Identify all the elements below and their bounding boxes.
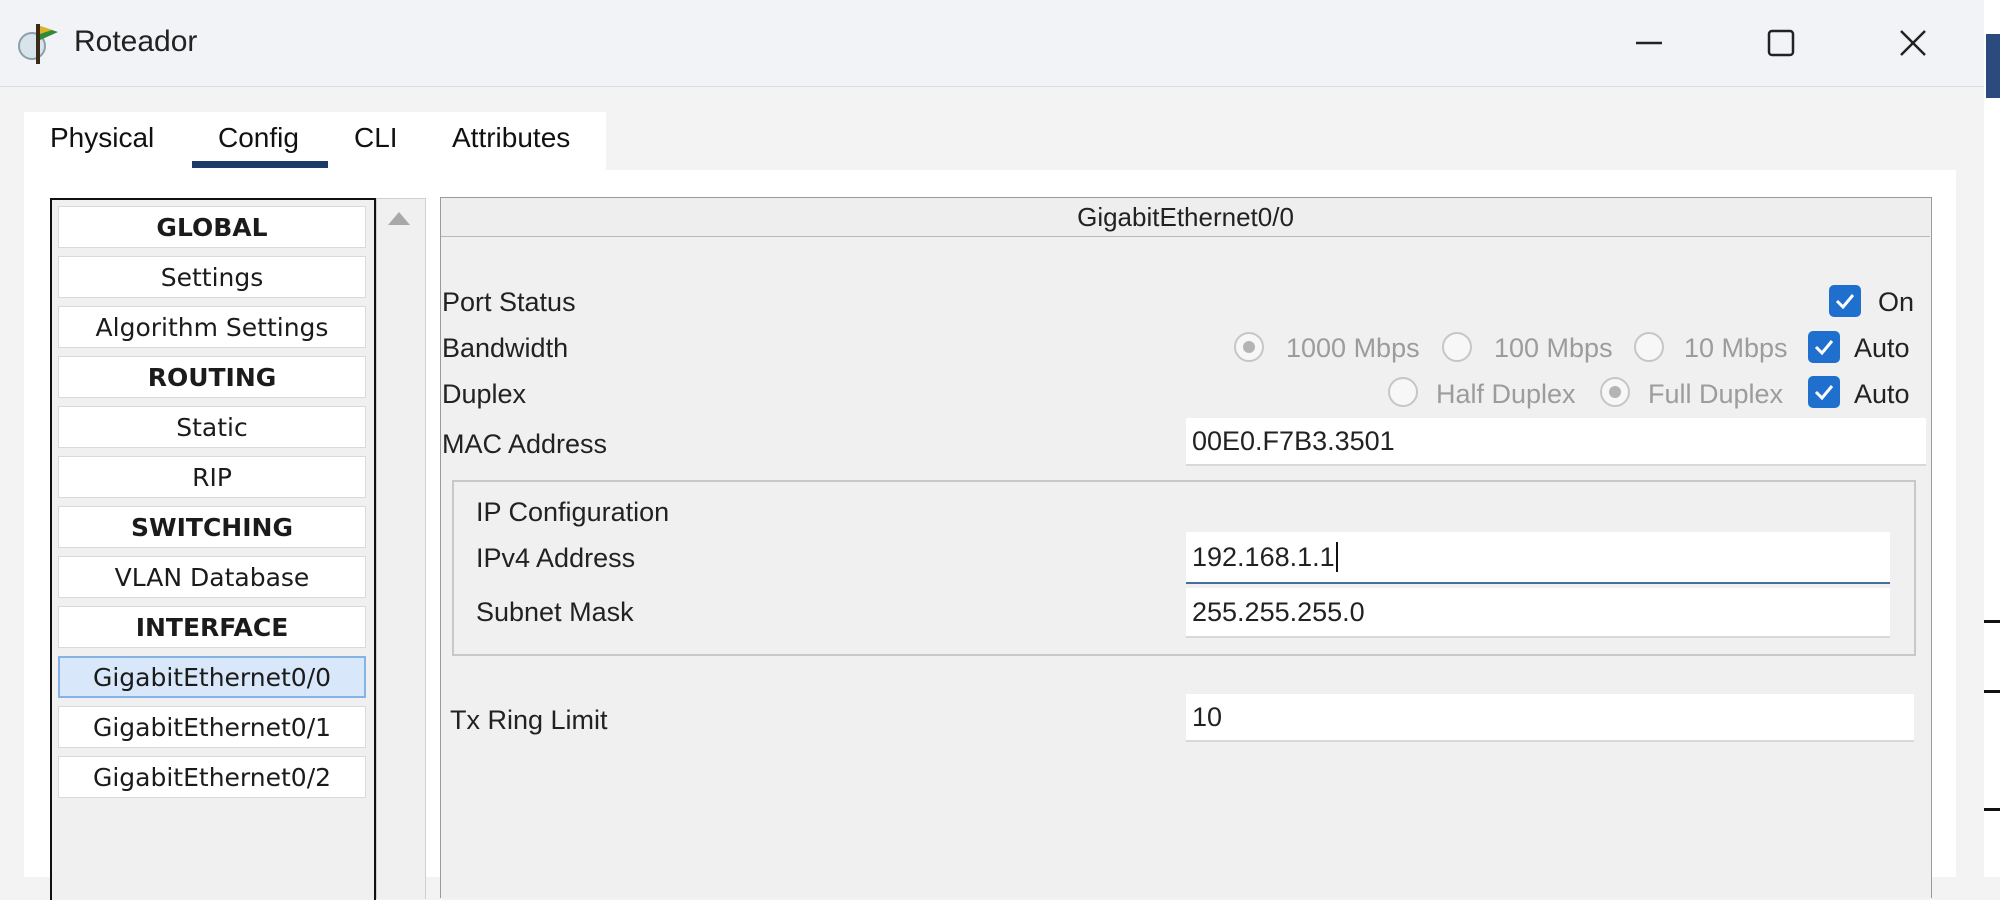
checkmark-icon bbox=[1814, 385, 1834, 401]
window-title: Roteador bbox=[74, 25, 198, 58]
bandwidth-1000-radio[interactable] bbox=[1234, 332, 1264, 362]
nav-scrollbar[interactable] bbox=[376, 198, 426, 899]
tab-physical[interactable]: Physical bbox=[50, 122, 154, 154]
tx-ring-limit-field[interactable]: 10 bbox=[1186, 694, 1914, 742]
ipv4-address-label: IPv4 Address bbox=[476, 543, 636, 573]
nav-header-global: GLOBAL bbox=[58, 206, 366, 248]
bandwidth-label: Bandwidth bbox=[442, 333, 569, 363]
nav-header-switching: SWITCHING bbox=[58, 506, 366, 548]
nav-item-settings[interactable]: Settings bbox=[58, 256, 366, 298]
nav-item-gigabitethernet0-0[interactable]: GigabitEthernet0/0 bbox=[58, 656, 366, 698]
duplex-full-label: Full Duplex bbox=[1648, 379, 1784, 409]
close-button[interactable] bbox=[1858, 10, 1968, 76]
maximize-button[interactable] bbox=[1726, 10, 1836, 76]
bandwidth-100-label: 100 Mbps bbox=[1494, 333, 1613, 363]
ipv4-address-field[interactable]: 192.168.1.1 bbox=[1186, 532, 1890, 584]
subnet-mask-label: Subnet Mask bbox=[476, 597, 634, 627]
nav-item-gigabitethernet0-1[interactable]: GigabitEthernet0/1 bbox=[58, 706, 366, 748]
scroll-up-icon[interactable] bbox=[388, 212, 410, 225]
bandwidth-auto-checkbox[interactable] bbox=[1808, 331, 1840, 363]
nav-item-vlan-database[interactable]: VLAN Database bbox=[58, 556, 366, 598]
ip-configuration-title: IP Configuration bbox=[476, 497, 670, 527]
tab-attributes[interactable]: Attributes bbox=[452, 122, 570, 154]
duplex-half-radio[interactable] bbox=[1388, 377, 1418, 407]
duplex-half-label: Half Duplex bbox=[1436, 379, 1576, 409]
mac-address-label: MAC Address bbox=[442, 429, 608, 459]
bandwidth-10-radio[interactable] bbox=[1634, 332, 1664, 362]
close-icon bbox=[1900, 30, 1926, 56]
tab-cli[interactable]: CLI bbox=[354, 122, 398, 154]
checkmark-icon bbox=[1835, 294, 1855, 310]
nav-header-interface: INTERFACE bbox=[58, 606, 366, 648]
minimize-button[interactable] bbox=[1594, 10, 1704, 76]
duplex-label: Duplex bbox=[442, 379, 527, 409]
mac-address-field[interactable]: 00E0.F7B3.3501 bbox=[1186, 418, 1926, 466]
bandwidth-100-radio[interactable] bbox=[1442, 332, 1472, 362]
interface-panel-title: GigabitEthernet0/0 bbox=[441, 198, 1930, 237]
subnet-mask-field[interactable]: 255.255.255.0 bbox=[1186, 588, 1890, 638]
background-window-edge bbox=[1984, 0, 2000, 877]
maximize-icon bbox=[1767, 29, 1795, 57]
active-tab-indicator bbox=[192, 161, 328, 168]
nav-item-algorithm-settings[interactable]: Algorithm Settings bbox=[58, 306, 366, 348]
bandwidth-1000-label: 1000 Mbps bbox=[1286, 333, 1420, 363]
ipv4-address-value: 192.168.1.1 bbox=[1192, 541, 1335, 572]
tab-config[interactable]: Config bbox=[218, 122, 299, 154]
bandwidth-auto-label: Auto bbox=[1854, 333, 1910, 363]
port-status-label: Port Status bbox=[442, 287, 576, 317]
nav-header-routing: ROUTING bbox=[58, 356, 366, 398]
bandwidth-10-label: 10 Mbps bbox=[1684, 333, 1788, 363]
duplex-auto-checkbox[interactable] bbox=[1808, 376, 1840, 408]
tx-ring-limit-label: Tx Ring Limit bbox=[450, 705, 608, 735]
checkmark-icon bbox=[1814, 340, 1834, 356]
port-status-checkbox[interactable] bbox=[1829, 285, 1861, 317]
minimize-icon bbox=[1636, 41, 1662, 45]
duplex-auto-label: Auto bbox=[1854, 379, 1910, 409]
nav-item-gigabitethernet0-2[interactable]: GigabitEthernet0/2 bbox=[58, 756, 366, 798]
nav-item-rip[interactable]: RIP bbox=[58, 456, 366, 498]
port-status-on-label: On bbox=[1878, 287, 1915, 317]
text-cursor bbox=[1335, 542, 1338, 572]
router-app-icon bbox=[16, 20, 62, 66]
nav-item-static[interactable]: Static bbox=[58, 406, 366, 448]
duplex-full-radio[interactable] bbox=[1600, 377, 1630, 407]
